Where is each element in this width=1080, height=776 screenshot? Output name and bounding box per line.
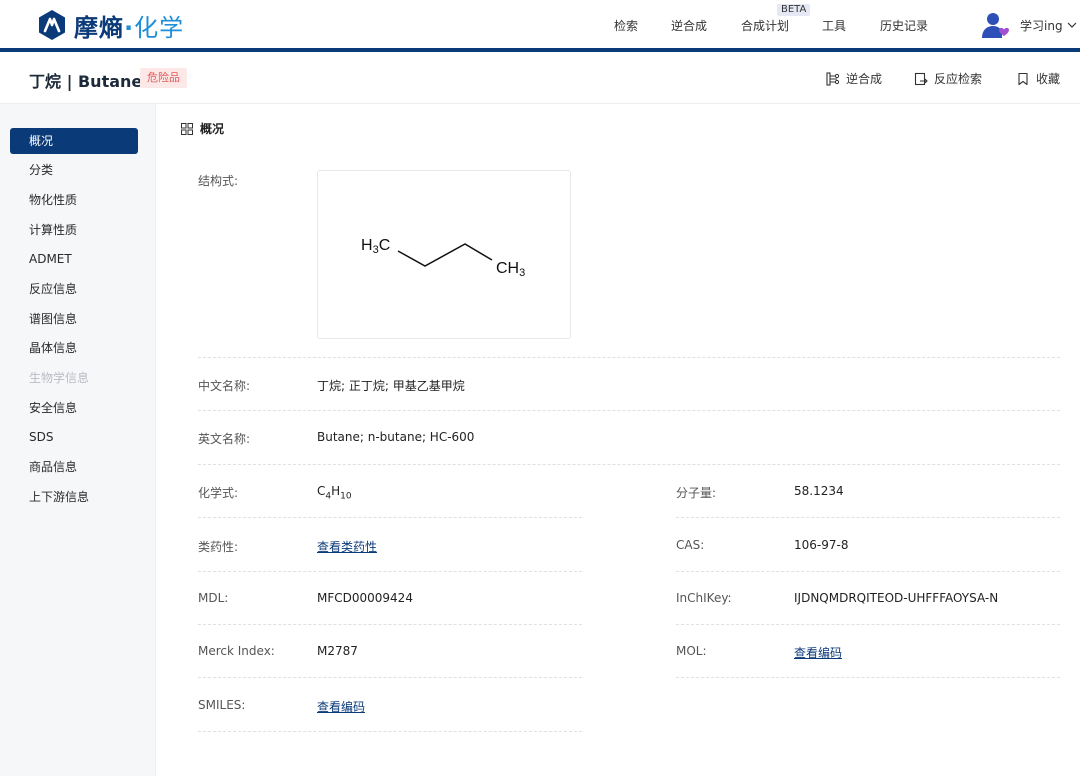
section-title-text: 概况	[200, 122, 225, 136]
brand-name-dot: ·	[124, 13, 135, 42]
reaction-search-button[interactable]: 反应检索	[914, 70, 982, 87]
compound-header: 丁烷 | Butane 危险品 逆合成 反应检索 收藏	[0, 52, 1080, 104]
view-mol-link[interactable]: 查看编码	[794, 644, 842, 661]
merck-index-label: Merck Index:	[198, 644, 275, 658]
divider	[198, 571, 582, 572]
logo-icon	[39, 10, 65, 40]
top-navbar: 摩熵·化学 检索 逆合成 合成计划 BETA 工具 历史记录 学习ing	[0, 0, 1080, 49]
english-name-label: 英文名称:	[198, 432, 251, 446]
merck-index-value: M2787	[317, 644, 358, 658]
divider	[676, 571, 1060, 572]
sidebar-item-products[interactable]: 商品信息	[10, 454, 138, 480]
divider	[198, 624, 582, 625]
cas-value: 106-97-8	[794, 538, 849, 552]
chinese-name-label: 中文名称:	[198, 379, 251, 393]
sidebar-item-overview[interactable]: 概况	[10, 128, 138, 154]
divider	[198, 731, 582, 732]
overview-section-title: 概况	[181, 120, 224, 137]
bookmark-icon	[1018, 72, 1028, 85]
sidebar-item-spectra[interactable]: 谱图信息	[10, 306, 138, 332]
sidebar-item-admet[interactable]: ADMET	[10, 246, 138, 272]
formula-value: C4H10	[317, 484, 352, 501]
sidebar-item-classification[interactable]: 分类	[10, 157, 138, 183]
nav-item-synthesis-plan[interactable]: 合成计划	[741, 17, 789, 34]
view-smiles-link[interactable]: 查看编码	[317, 698, 365, 715]
retrosynthesis-icon	[826, 71, 840, 86]
butane-structure-drawing: H3C CH3	[361, 237, 525, 279]
formula-h: H	[331, 484, 341, 498]
sidebar-item-reactions[interactable]: 反应信息	[10, 276, 138, 302]
divider	[198, 464, 1060, 465]
divider	[198, 677, 582, 678]
user-avatar-icon	[982, 13, 1009, 38]
sidebar-item-crystal[interactable]: 晶体信息	[10, 335, 138, 361]
structure-image[interactable]: H3C CH3	[317, 170, 571, 339]
divider	[676, 624, 1060, 625]
beta-badge: BETA	[777, 4, 811, 16]
mdl-label: MDL:	[198, 591, 229, 605]
divider	[676, 517, 1060, 518]
nav-item-retrosynthesis[interactable]: 逆合成	[671, 17, 707, 34]
sidebar-item-physicochemical[interactable]: 物化性质	[10, 187, 138, 213]
sidebar-item-computed-properties[interactable]: 计算性质	[10, 217, 138, 243]
divider	[198, 357, 1060, 358]
nav-item-search[interactable]: 检索	[614, 17, 638, 34]
user-menu[interactable]: 学习ing	[980, 10, 1077, 40]
divider	[198, 410, 1060, 411]
chevron-down-icon	[1067, 22, 1076, 28]
bookmark-button[interactable]: 收藏	[1016, 70, 1060, 87]
druglikeness-label: 类药性:	[198, 540, 239, 554]
structure-bonds	[397, 243, 493, 267]
reaction-search-icon	[914, 72, 928, 85]
grid-icon	[181, 122, 193, 135]
structure-h3c: H3C	[361, 237, 390, 256]
retrosynthesis-button[interactable]: 逆合成	[826, 70, 882, 87]
retrosynthesis-label: 逆合成	[846, 72, 883, 86]
inchikey-label: InChIKey:	[676, 591, 732, 605]
sidebar-item-upstream-downstream[interactable]: 上下游信息	[10, 484, 138, 510]
brand-name: 摩熵·化学	[74, 8, 184, 43]
brand-logo[interactable]: 摩熵·化学	[36, 7, 184, 43]
formula-label: 化学式:	[198, 486, 239, 500]
divider	[676, 677, 1060, 678]
nav-item-history[interactable]: 历史记录	[880, 17, 928, 34]
smiles-label: SMILES:	[198, 698, 246, 712]
view-druglikeness-link[interactable]: 查看类药性	[317, 538, 377, 555]
sidebar-item-safety[interactable]: 安全信息	[10, 395, 138, 421]
inchikey-value: IJDNQMDRQITEOD-UHFFFAOYSA-N	[794, 591, 999, 605]
reaction-search-label: 反应检索	[934, 72, 983, 86]
brand-name-sub: 化学	[134, 13, 185, 42]
bookmark-label: 收藏	[1036, 72, 1061, 86]
cas-label: CAS:	[676, 538, 705, 552]
sidebar-item-biology: 生物学信息	[29, 371, 90, 385]
chinese-name-value: 丁烷; 正丁烷; 甲基乙基甲烷	[317, 379, 465, 393]
nav-item-tools[interactable]: 工具	[822, 17, 846, 34]
compound-title: 丁烷 | Butane	[29, 72, 143, 91]
mdl-value: MFCD00009424	[317, 591, 413, 605]
mw-value: 58.1234	[794, 484, 844, 498]
structure-label: 结构式:	[198, 174, 239, 188]
formula-h-count: 10	[340, 491, 352, 502]
mw-label: 分子量:	[676, 486, 717, 500]
structure-ch3: CH3	[496, 260, 525, 279]
user-name: 学习ing	[1020, 18, 1063, 33]
english-name-value: Butane; n-butane; HC-600	[317, 430, 475, 444]
hazard-badge: 危险品	[140, 68, 187, 88]
divider	[198, 517, 582, 518]
mol-label: MOL:	[676, 644, 707, 658]
section-sidebar: 概况 分类 物化性质 计算性质 ADMET 反应信息 谱图信息 晶体信息 生物学…	[0, 104, 156, 776]
brand-name-main: 摩熵	[74, 13, 124, 42]
sidebar-item-sds[interactable]: SDS	[10, 424, 138, 450]
